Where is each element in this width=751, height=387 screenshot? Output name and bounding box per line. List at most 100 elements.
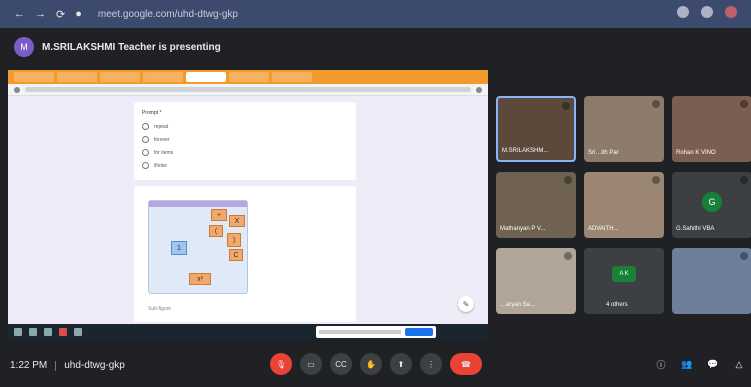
participant-name: Mathanyan P V... — [500, 226, 546, 232]
participant-name: G.Sahithi VBA — [676, 226, 715, 232]
puzzle-block: 1 — [171, 241, 187, 255]
option-item: for items — [142, 149, 348, 156]
question-text: Prompt * — [142, 110, 162, 116]
puzzle-header — [149, 201, 247, 207]
lock-icon: ● — [75, 8, 82, 20]
forward-icon[interactable]: → — [35, 8, 46, 20]
shared-taskbar — [8, 324, 488, 340]
radio-icon — [142, 149, 149, 156]
edit-icon[interactable]: ✎ — [458, 296, 474, 312]
shared-tabs — [8, 70, 488, 84]
profile-icon[interactable] — [725, 6, 737, 18]
browser-bar: ← → ⟳ ● meet.google.com/uhd-dtwg-gkp — [0, 0, 751, 28]
option-item: forever — [142, 136, 348, 143]
end-call-button[interactable]: ☎ — [450, 353, 482, 375]
option-label: repeat — [154, 123, 169, 130]
raise-hand-button[interactable]: ✋ — [360, 353, 382, 375]
camera-toggle-button[interactable]: ▭ — [300, 353, 322, 375]
info-icon[interactable]: ⓘ — [655, 358, 667, 370]
shared-tab — [14, 72, 54, 82]
mic-toggle-button[interactable]: 🎙 — [270, 353, 292, 375]
search-icon — [29, 328, 37, 336]
participant-tile[interactable]: Rohan K VINO — [672, 96, 751, 162]
notification-text — [319, 330, 401, 334]
more-options-button[interactable]: ⋮ — [420, 353, 442, 375]
app-icon — [74, 328, 82, 336]
option-label: if/else — [154, 162, 168, 169]
puzzle-block: ) — [227, 233, 241, 247]
participant-avatar: G — [702, 192, 722, 212]
mic-off-icon — [564, 176, 572, 184]
option-item: if/else — [142, 162, 348, 169]
people-icon[interactable]: 👥 — [681, 358, 693, 370]
participant-tile[interactable]: Mathanyan P V... — [496, 172, 576, 238]
participant-tile[interactable] — [672, 248, 751, 314]
question-card: Prompt * repeat forever for items if/els… — [134, 102, 356, 180]
sharing-notification — [316, 326, 436, 338]
option-item: repeat — [142, 123, 348, 130]
stop-sharing-button — [405, 328, 433, 336]
shared-screen: Prompt * repeat forever for items if/els… — [8, 70, 488, 340]
participant-tile[interactable]: A K 4 others — [584, 248, 664, 314]
radio-icon — [142, 162, 149, 169]
activities-icon[interactable]: △ — [733, 358, 745, 370]
address-bar[interactable]: meet.google.com/uhd-dtwg-gkp — [98, 9, 238, 20]
taskview-icon — [44, 328, 52, 336]
participant-name: Rohan K VINO — [676, 150, 716, 156]
captions-button[interactable]: CC — [330, 353, 352, 375]
star-icon[interactable] — [701, 6, 713, 18]
image-card: + ( ) C X 1 x² Sub-figure — [134, 186, 356, 322]
participant-tile[interactable]: G G.Sahithi VBA — [672, 172, 751, 238]
mic-off-icon — [652, 100, 660, 108]
participant-tile[interactable]: Sri…ith Par — [584, 96, 664, 162]
presenting-banner: M M.SRILAKSHMI Teacher is presenting — [0, 28, 751, 66]
chrome-icon — [59, 328, 67, 336]
radio-icon — [142, 123, 149, 130]
participant-name: 4 others — [606, 302, 628, 308]
extension-icon[interactable] — [677, 6, 689, 18]
bottom-bar: 1:22 PM uhd-dtwg-gkp 🎙 ▭ CC ✋ ⬆ ⋮ ☎ ⓘ 👥 … — [0, 344, 751, 387]
chat-icon[interactable]: 💬 — [707, 358, 719, 370]
shared-back-icon — [14, 86, 20, 93]
divider — [55, 360, 57, 371]
participant-tile[interactable]: …aryan Sa… — [496, 248, 576, 314]
call-controls: 🎙 ▭ CC ✋ ⬆ ⋮ ☎ — [270, 353, 482, 375]
shared-tab — [100, 72, 140, 82]
puzzle-block: ( — [209, 225, 223, 237]
participant-tile[interactable]: M.SRILAKSHM... — [496, 96, 576, 162]
mic-off-icon — [652, 176, 660, 184]
shared-tab — [143, 72, 183, 82]
participant-tile[interactable]: ADVAITH... — [584, 172, 664, 238]
shared-tab — [57, 72, 97, 82]
participant-name: …aryan Sa… — [500, 302, 537, 308]
option-label: forever — [154, 136, 170, 143]
reload-icon[interactable]: ⟳ — [56, 8, 65, 21]
mic-off-icon — [564, 252, 572, 260]
option-label: for items — [154, 149, 174, 156]
meeting-info: 1:22 PM uhd-dtwg-gkp — [10, 360, 125, 371]
radio-icon — [142, 136, 149, 143]
participant-name: M.SRILAKSHM... — [502, 148, 549, 154]
image-caption: Sub-figure — [148, 306, 172, 312]
back-icon[interactable]: ← — [14, 8, 25, 20]
meeting-time: 1:22 PM — [10, 360, 48, 371]
speaking-icon — [562, 102, 570, 110]
puzzle-block: X — [229, 215, 245, 227]
shared-menu-icon — [476, 86, 482, 93]
shared-url — [25, 87, 471, 92]
shared-address-bar — [8, 84, 488, 96]
present-button[interactable]: ⬆ — [390, 353, 412, 375]
windows-icon — [14, 328, 22, 336]
shared-tab-active — [186, 72, 226, 82]
participant-name: Sri…ith Par — [588, 150, 619, 156]
meeting-code: uhd-dtwg-gkp — [64, 360, 125, 371]
shared-tab — [229, 72, 269, 82]
shared-tab — [272, 72, 312, 82]
presenter-avatar: M — [14, 37, 34, 57]
participant-grid: M.SRILAKSHM... Sri…ith Par Rohan K VINO … — [496, 96, 751, 316]
side-controls: ⓘ 👥 💬 △ — [655, 358, 745, 370]
presenting-text: M.SRILAKSHMI Teacher is presenting — [42, 41, 221, 53]
others-avatar: A K — [612, 266, 636, 282]
form-area: Prompt * repeat forever for items if/els… — [8, 96, 488, 324]
mic-off-icon — [740, 176, 748, 184]
